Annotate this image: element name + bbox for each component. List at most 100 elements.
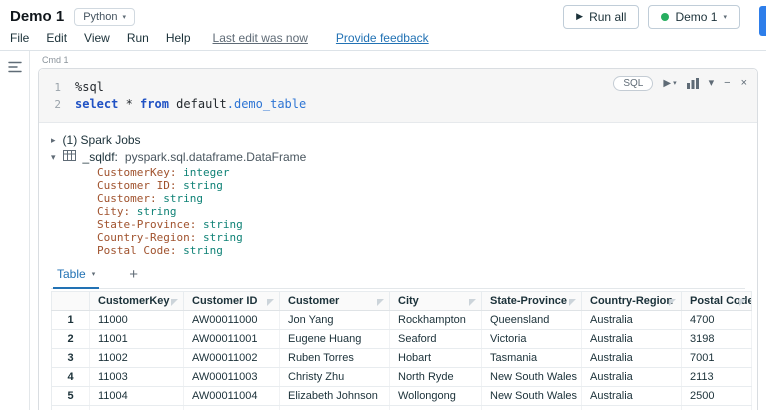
column-header-postal-code[interactable]: Postal Code bbox=[682, 292, 752, 311]
notebook-cell: 1%sql2select * from default.demo_table S… bbox=[38, 68, 758, 410]
menu-item-file[interactable]: File bbox=[10, 31, 29, 45]
table-cell: Seaford bbox=[390, 330, 482, 349]
table-cell: Julio Ruiz bbox=[280, 406, 390, 410]
code-editor[interactable]: 1%sql2select * from default.demo_table S… bbox=[39, 69, 757, 123]
chevron-right-icon: ▸ bbox=[51, 135, 56, 146]
table-cell: AW00011004 bbox=[184, 387, 280, 406]
menu-item-view[interactable]: View bbox=[84, 31, 110, 45]
cell-label: Cmd 1 bbox=[42, 55, 758, 65]
row-number-cell: 6 bbox=[52, 406, 90, 410]
close-icon[interactable]: × bbox=[741, 78, 747, 89]
schema-field: Customer ID: string bbox=[97, 179, 745, 192]
dataframe-toggle[interactable]: ▾ _sqldf: bbox=[51, 150, 745, 164]
notebook-area: Cmd 1 1%sql2select * from default.demo_t… bbox=[30, 51, 766, 410]
menu-bar: File Edit View Run Help Last edit was now Pr… bbox=[0, 28, 766, 51]
column-header-customer-id[interactable]: Customer ID bbox=[184, 292, 280, 311]
menu-item-edit[interactable]: Edit bbox=[46, 31, 67, 45]
row-number-cell: 4 bbox=[52, 368, 90, 387]
column-header-city[interactable]: City bbox=[390, 292, 482, 311]
menu-items: File Edit View Run Help bbox=[10, 31, 191, 45]
language-selector-label: Python bbox=[83, 11, 117, 23]
schema-field: Country-Region: string bbox=[97, 231, 745, 244]
cluster-label: Demo 1 bbox=[675, 10, 717, 24]
schema-block: CustomerKey: integerCustomer ID: stringC… bbox=[97, 166, 745, 257]
sort-icon bbox=[377, 299, 384, 306]
minimize-icon[interactable]: − bbox=[724, 78, 730, 89]
play-icon: ▶ bbox=[576, 11, 583, 22]
results-table-header-row: CustomerKeyCustomer IDCustomerCityState-… bbox=[52, 292, 752, 311]
tab-table[interactable]: Table ▾ bbox=[53, 263, 99, 289]
code-text: select * from default.demo_table bbox=[75, 96, 306, 113]
language-selector[interactable]: Python ▾ bbox=[74, 8, 135, 26]
notebook-page: Demo 1 Python ▾ ▶ Run all Demo 1 ▾ File E… bbox=[0, 0, 766, 410]
row-number-cell: 3 bbox=[52, 349, 90, 368]
results-table-body: 111000AW00011000Jon YangRockhamptonQueen… bbox=[52, 311, 752, 410]
column-header-customerkey[interactable]: CustomerKey bbox=[90, 292, 184, 311]
table-cell: Rockhampton bbox=[390, 311, 482, 330]
row-number-cell: 1 bbox=[52, 311, 90, 330]
column-header-customer[interactable]: Customer bbox=[280, 292, 390, 311]
cell-output: ▸ (1) Spark Jobs ▾ bbox=[39, 123, 757, 410]
schema-field: Customer: string bbox=[97, 192, 745, 205]
table-cell: Australia bbox=[582, 349, 682, 368]
right-edge-button[interactable] bbox=[759, 6, 766, 36]
chart-icon[interactable] bbox=[687, 78, 699, 89]
table-cell: Queensland bbox=[482, 311, 582, 330]
cell-toolbar: SQL ▶ ▾ bbox=[613, 76, 747, 91]
table-cell: New South Wales bbox=[482, 387, 582, 406]
schema-field: CustomerKey: integer bbox=[97, 166, 745, 179]
chevron-down-icon: ▾ bbox=[673, 80, 677, 87]
results-tabs: Table ▾ + bbox=[51, 263, 745, 289]
results-table: CustomerKeyCustomer IDCustomerCityState-… bbox=[51, 291, 752, 410]
dataframe-name: _sqldf: bbox=[83, 150, 118, 164]
table-cell: Jon Yang bbox=[280, 311, 390, 330]
table-cell: New South Wales bbox=[482, 368, 582, 387]
table-cell: 2500 bbox=[682, 387, 752, 406]
table-cell: North Ryde bbox=[390, 368, 482, 387]
run-cell-button[interactable]: ▶ ▾ bbox=[663, 79, 676, 89]
table-cell: 11004 bbox=[90, 387, 184, 406]
table-row: 211001AW00011001Eugene HuangSeafordVicto… bbox=[52, 330, 752, 349]
table-cell: 4700 bbox=[682, 311, 752, 330]
table-cell: AW00011001 bbox=[184, 330, 280, 349]
add-visualization-button[interactable]: + bbox=[123, 266, 144, 288]
menu-item-run[interactable]: Run bbox=[127, 31, 149, 45]
chevron-down-icon[interactable]: ▾ bbox=[709, 78, 715, 89]
table-row: 611005AW00011005Julio RuizEast BrisbaneQ… bbox=[52, 406, 752, 410]
table-row: 511004AW00011004Elizabeth JohnsonWollong… bbox=[52, 387, 752, 406]
table-row: 111000AW00011000Jon YangRockhamptonQueen… bbox=[52, 311, 752, 330]
table-cell: Christy Zhu bbox=[280, 368, 390, 387]
run-all-button[interactable]: ▶ Run all bbox=[563, 5, 639, 29]
table-cell: 11003 bbox=[90, 368, 184, 387]
left-gutter bbox=[0, 51, 30, 410]
spark-jobs-toggle[interactable]: ▸ (1) Spark Jobs bbox=[51, 131, 745, 149]
table-row: 411003AW00011003Christy ZhuNorth RydeNew… bbox=[52, 368, 752, 387]
schema-field: Postal Code: string bbox=[97, 244, 745, 257]
table-cell: 11005 bbox=[90, 406, 184, 410]
table-cell: 2113 bbox=[682, 368, 752, 387]
cluster-selector[interactable]: Demo 1 ▾ bbox=[648, 5, 740, 29]
notebook-title: Demo 1 bbox=[10, 8, 64, 25]
notebook-body: Cmd 1 1%sql2select * from default.demo_t… bbox=[0, 51, 766, 410]
last-edit-link[interactable]: Last edit was now bbox=[213, 31, 308, 45]
table-cell: 3198 bbox=[682, 330, 752, 349]
row-number-cell: 2 bbox=[52, 330, 90, 349]
line-number: 2 bbox=[39, 96, 75, 113]
table-cell: Ruben Torres bbox=[280, 349, 390, 368]
table-of-contents-icon[interactable] bbox=[8, 60, 22, 78]
sort-icon bbox=[569, 299, 576, 306]
menu-item-help[interactable]: Help bbox=[166, 31, 191, 45]
results-table-container: CustomerKeyCustomer IDCustomerCityState-… bbox=[51, 291, 745, 410]
table-cell: 4169 bbox=[682, 406, 752, 410]
table-cell: Australia bbox=[582, 311, 682, 330]
table-cell: Elizabeth Johnson bbox=[280, 387, 390, 406]
column-header-state-province[interactable]: State-Province bbox=[482, 292, 582, 311]
table-cell: 11001 bbox=[90, 330, 184, 349]
table-cell: AW00011000 bbox=[184, 311, 280, 330]
column-header-country-region[interactable]: Country-Region bbox=[582, 292, 682, 311]
table-cell: Australia bbox=[582, 406, 682, 410]
feedback-link[interactable]: Provide feedback bbox=[336, 31, 429, 45]
table-cell: AW00011002 bbox=[184, 349, 280, 368]
language-badge[interactable]: SQL bbox=[613, 76, 653, 91]
table-cell: Queensland bbox=[482, 406, 582, 410]
